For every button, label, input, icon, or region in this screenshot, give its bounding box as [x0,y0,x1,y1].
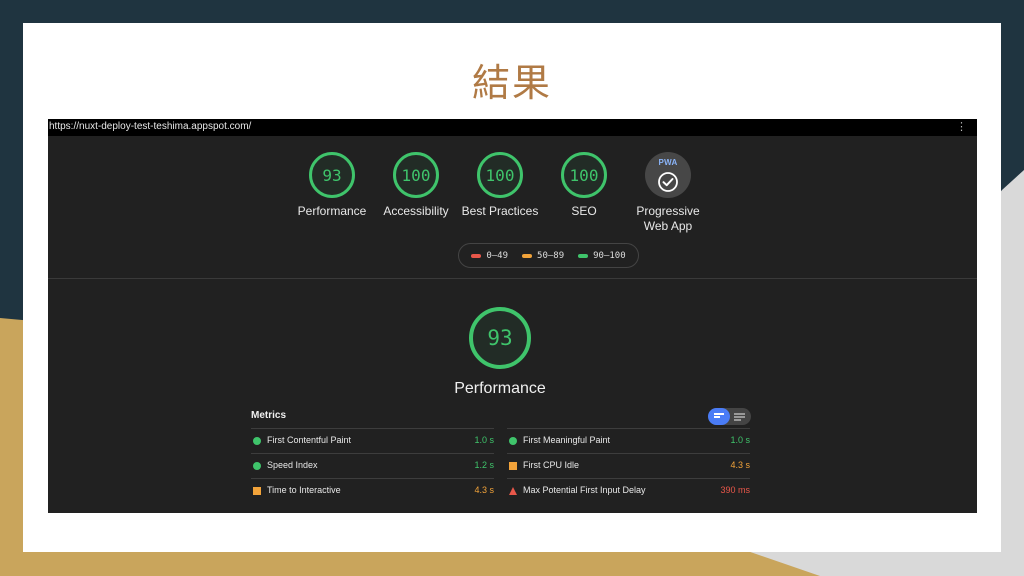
legend-range-pass: 90–100 [593,250,626,261]
metric-name: Max Potential First Input Delay [523,485,646,495]
pwa-label-line1: Progressive [636,204,700,218]
gauge-best-practices[interactable]: 100 [477,152,523,198]
pwa-logo-text: PWA [658,158,678,167]
metric-name: First CPU Idle [523,460,580,470]
more-menu-icon[interactable]: ⋮ [956,120,967,134]
metric-name: Speed Index [267,460,318,470]
slide-title: 結果 [471,61,552,105]
legend-swatch-red [471,253,482,258]
gauge-accessibility[interactable]: 100 [393,152,439,198]
pwa-badge[interactable]: PWA [645,152,691,198]
metric-row: First Meaningful Paint 1.0 s [507,429,750,454]
average-square-icon [253,487,261,495]
legend-item-fail: 0–49 [471,251,508,261]
metric-name: First Meaningful Paint [523,435,611,445]
metrics-heading: Metrics [251,410,287,421]
toggle-compact-view[interactable] [708,408,730,425]
lighthouse-screenshot: https://nuxt-deploy-test-teshima.appspot… [48,119,977,513]
pwa-label-line2: Web App [643,219,693,233]
section-divider [48,278,977,279]
performance-gauge-large: 93 [469,307,531,369]
legend-item-average: 50–89 [522,251,564,261]
metric-row: Speed Index 1.2 s [251,454,494,479]
metric-value: 1.0 s [730,435,750,445]
url-text[interactable]: https://nuxt-deploy-test-teshima.appspot… [49,121,251,132]
metric-value: 4.3 s [730,460,750,470]
metric-value: 1.0 s [474,435,494,445]
legend-swatch-orange [522,253,533,258]
metric-row: First CPU Idle 4.3 s [507,454,750,479]
list-expanded-icon[interactable] [734,413,745,421]
gauge-label-pwa: Progressive Web App [608,204,728,234]
list-compact-icon [714,413,724,420]
check-icon [658,172,678,192]
metrics-view-toggle[interactable] [708,408,751,425]
metric-name: First Contentful Paint [267,435,352,445]
legend-range-fail: 0–49 [486,250,509,261]
metric-name: Time to Interactive [267,485,341,495]
legend-range-average: 50–89 [537,250,565,261]
legend-swatch-green [578,253,589,258]
metric-row: Max Potential First Input Delay 390 ms [507,479,750,504]
metric-value: 1.2 s [474,460,494,470]
fail-triangle-icon [509,487,517,495]
score-legend: 0–49 50–89 90–100 [458,243,639,268]
metric-row: First Contentful Paint 1.0 s [251,429,494,454]
gauge-seo[interactable]: 100 [561,152,607,198]
metric-value: 390 ms [720,485,750,495]
legend-item-pass: 90–100 [578,251,626,261]
metric-value: 4.3 s [474,485,494,495]
metric-row: Time to Interactive 4.3 s [251,479,494,504]
pass-circle-icon [509,437,517,445]
pass-circle-icon [253,437,261,445]
gauge-performance[interactable]: 93 [309,152,355,198]
performance-title: Performance [454,380,546,397]
average-square-icon [509,462,517,470]
pass-circle-icon [253,462,261,470]
url-bar: https://nuxt-deploy-test-teshima.appspot… [48,119,977,136]
